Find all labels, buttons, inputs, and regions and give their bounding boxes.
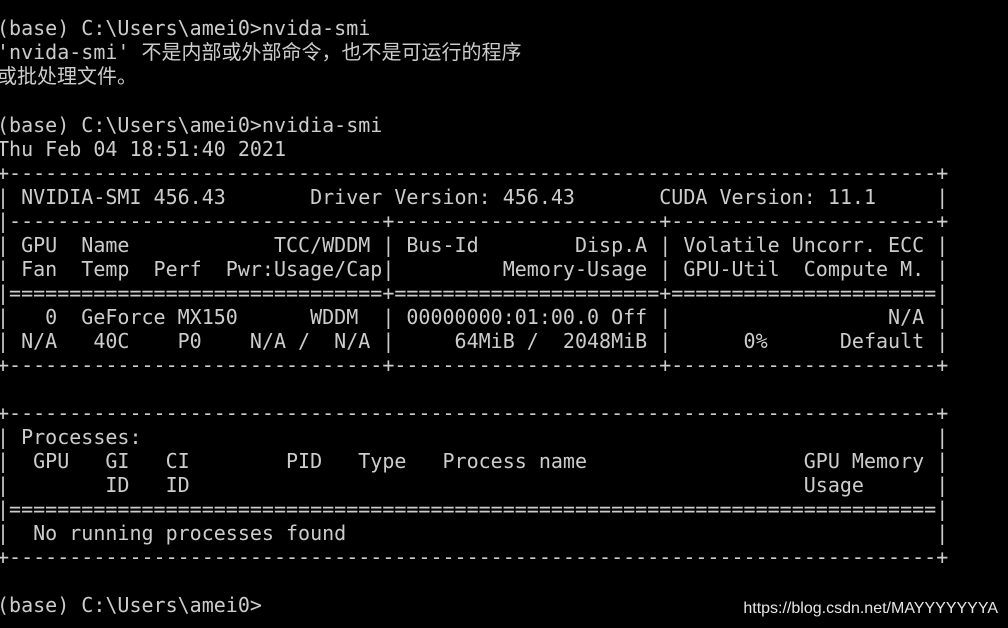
error-message-line: 'nvida-smi' 不是内部或外部命令，也不是可运行的程序 <box>0 40 522 64</box>
terminal-window[interactable]: (base) C:\Users\amei0>nvida-smi 'nvida-s… <box>0 0 1008 628</box>
gpu-table-header-line: | Fan Temp Perf Pwr:Usage/Cap| Memory-Us… <box>0 257 949 281</box>
table-border-line: |-------------------------------+-------… <box>0 209 949 233</box>
gpu-table-header-line: | GPU Name TCC/WDDM | Bus-Id Disp.A | Vo… <box>0 233 949 257</box>
command-prompt[interactable]: (base) C:\Users\amei0> <box>0 593 262 617</box>
table-border-line: +---------------------------------------… <box>0 161 949 185</box>
watermark-text: https://blog.csdn.net/MAYYYYYYYA <box>743 600 998 617</box>
processes-header-line: | ID ID Usage | <box>0 473 949 497</box>
timestamp-line: Thu Feb 04 18:51:40 2021 <box>0 137 286 161</box>
gpu-table-row: | N/A 40C P0 N/A / N/A | 64MiB / 2048MiB… <box>0 329 949 353</box>
processes-header-line: | GPU GI CI PID Type Process name GPU Me… <box>0 449 949 473</box>
command-line: (base) C:\Users\amei0>nvidia-smi <box>0 113 383 137</box>
processes-row: | No running processes found | <box>0 521 949 545</box>
gpu-table-row: | 0 GeForce MX150 WDDM | 00000000:01:00.… <box>0 305 949 329</box>
table-border-line: |=======================================… <box>0 497 949 521</box>
error-message-line: 或批处理文件。 <box>0 64 137 88</box>
smi-version-line: | NVIDIA-SMI 456.43 Driver Version: 456.… <box>0 185 949 209</box>
command-line: (base) C:\Users\amei0>nvida-smi <box>0 16 371 40</box>
table-border-line: +---------------------------------------… <box>0 401 949 425</box>
table-border-line: |===============================+=======… <box>0 281 949 305</box>
table-border-line: +---------------------------------------… <box>0 545 949 569</box>
table-border-line: +-------------------------------+-------… <box>0 353 949 377</box>
processes-title-line: | Processes: | <box>0 425 949 449</box>
